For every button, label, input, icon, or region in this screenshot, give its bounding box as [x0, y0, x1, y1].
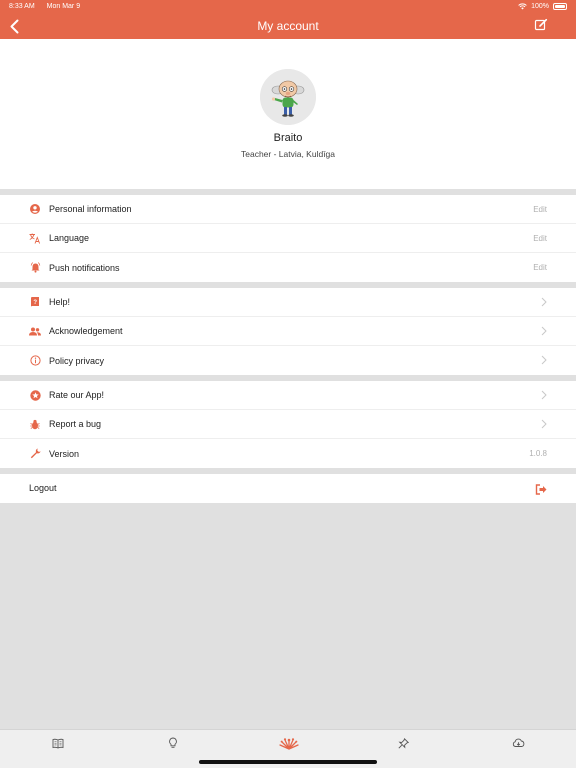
row-acknowledgement[interactable]: Acknowledgement — [0, 317, 576, 346]
avatar[interactable] — [260, 69, 316, 125]
profile-name: Braito — [273, 132, 303, 144]
logout-icon — [535, 482, 547, 495]
help-icon: ? — [29, 296, 41, 308]
status-date: Mon Mar 9 — [46, 3, 81, 10]
nav-bar: My account — [0, 13, 576, 39]
star-icon — [29, 389, 41, 401]
chevron-right-icon — [541, 355, 547, 365]
profile-header: Braito Teacher - Latvia, Kuldīga — [0, 39, 576, 189]
pin-icon — [397, 737, 409, 749]
settings-section-account: Personal information Edit Language Edit … — [0, 195, 576, 282]
chevron-right-icon — [541, 390, 547, 400]
row-rate-app[interactable]: Rate our App! — [0, 381, 576, 410]
chevron-right-icon — [541, 419, 547, 429]
tab-ideas[interactable] — [166, 736, 180, 750]
status-right: 100% — [518, 3, 567, 10]
tab-home[interactable] — [278, 736, 300, 750]
tab-pin[interactable] — [396, 736, 410, 750]
version-value: 1.0.8 — [529, 449, 547, 458]
chevron-right-icon — [541, 297, 547, 307]
status-time: 8:33 AM — [9, 3, 35, 10]
row-personal-information[interactable]: Personal information Edit — [0, 195, 576, 224]
settings-section-app: Rate our App! Report a bug Version 1.0.8 — [0, 381, 576, 468]
tab-download[interactable] — [511, 736, 525, 750]
row-label: Language — [49, 233, 90, 243]
svg-text:?: ? — [33, 300, 37, 306]
row-version: Version 1.0.8 — [0, 439, 576, 468]
account-circle-icon — [29, 203, 41, 215]
chevron-right-icon — [541, 326, 547, 336]
row-label: Help! — [49, 297, 71, 307]
row-label: Rate our App! — [49, 390, 105, 400]
edit-link[interactable]: Edit — [533, 205, 547, 214]
row-label: Policy privacy — [49, 355, 105, 366]
edit-icon — [534, 18, 548, 31]
row-label: Push notifications — [49, 262, 120, 273]
row-label: Acknowledgement — [49, 326, 123, 336]
tab-book[interactable] — [51, 736, 65, 750]
cloud-download-icon — [512, 738, 524, 747]
row-push-notifications[interactable]: Push notifications Edit — [0, 253, 576, 282]
lightbulb-icon — [169, 737, 177, 748]
row-policy-privacy[interactable]: Policy privacy — [0, 346, 576, 375]
bug-icon — [29, 418, 41, 430]
translate-icon — [29, 232, 41, 244]
profile-subtitle: Teacher - Latvia, Kuldīga — [240, 149, 336, 159]
logo-icon — [279, 738, 299, 750]
info-icon — [29, 354, 41, 366]
book-icon — [52, 738, 64, 748]
edit-link[interactable]: Edit — [533, 263, 547, 272]
edit-link[interactable]: Edit — [533, 234, 547, 243]
edit-profile-button[interactable] — [534, 18, 550, 34]
row-label: Version — [49, 448, 80, 459]
logout-row[interactable]: Logout — [0, 474, 576, 503]
row-label: Personal information — [49, 204, 132, 214]
wrench-icon — [29, 447, 41, 459]
people-icon — [29, 325, 41, 337]
battery-icon — [553, 3, 567, 10]
wifi-icon — [518, 3, 527, 10]
row-language[interactable]: Language Edit — [0, 224, 576, 253]
page-title: My account — [257, 19, 319, 33]
row-report-bug[interactable]: Report a bug — [0, 410, 576, 439]
status-left: 8:33 AM Mon Mar 9 — [9, 3, 90, 10]
row-label: Report a bug — [49, 419, 102, 429]
chevron-left-icon — [10, 19, 18, 33]
home-indicator — [199, 760, 377, 764]
notification-bell-icon — [29, 261, 41, 273]
avatar-cartoon-icon — [260, 69, 316, 125]
settings-section-info: ? Help! Acknowledgement Policy privacy — [0, 288, 576, 375]
battery-percent: 100% — [531, 3, 549, 10]
logout-label: Logout — [29, 483, 57, 493]
status-bar: 8:33 AM Mon Mar 9 100% — [0, 0, 576, 13]
row-help[interactable]: ? Help! — [0, 288, 576, 317]
back-button[interactable] — [4, 15, 24, 37]
